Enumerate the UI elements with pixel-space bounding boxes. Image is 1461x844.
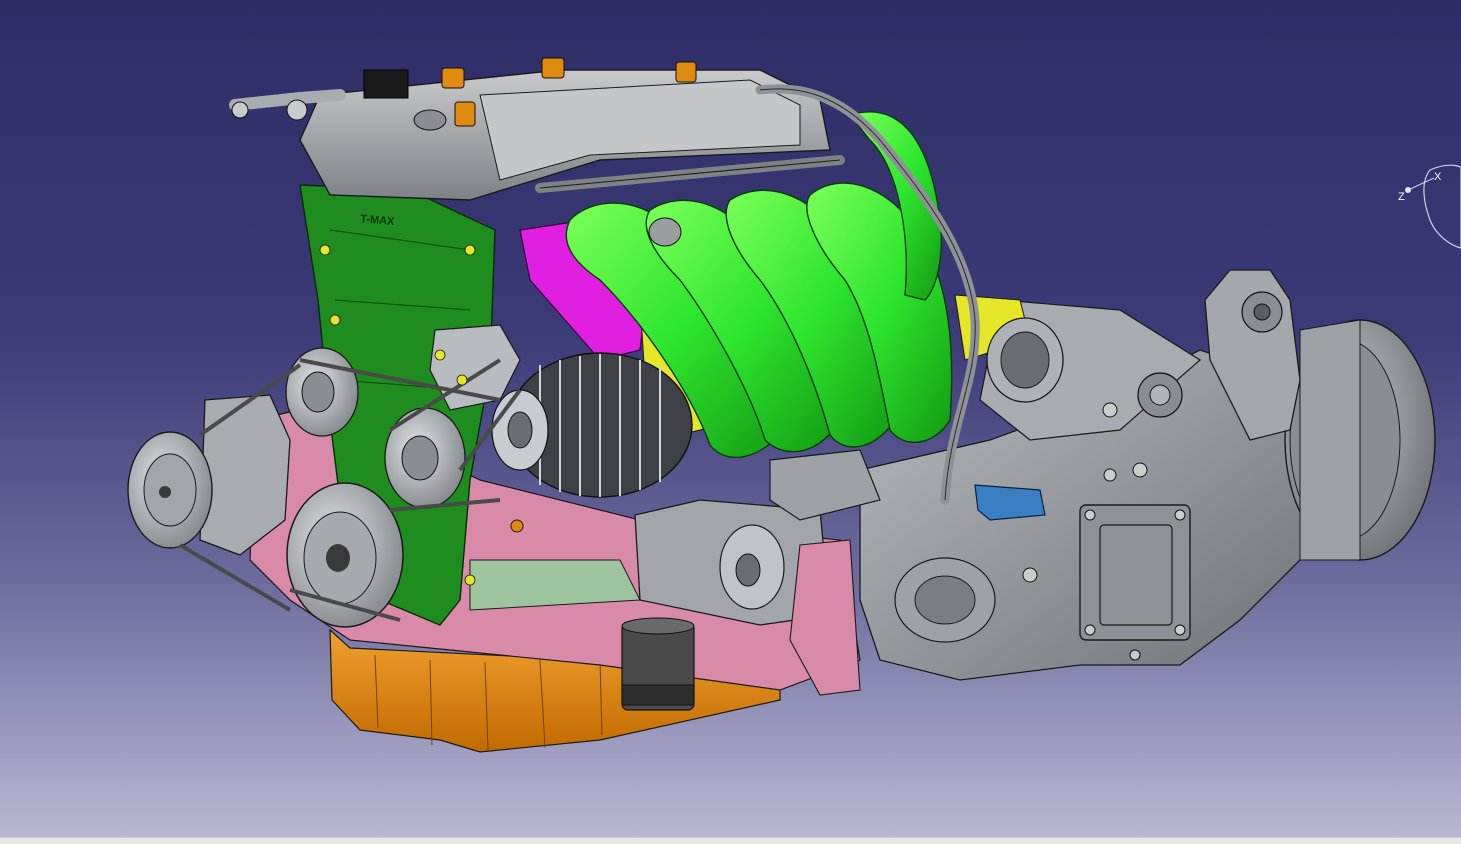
compass-dial (1423, 164, 1461, 249)
speed-sensor (974, 484, 1046, 521)
compass-x-label: X (1434, 171, 1442, 183)
alternator[interactable] (491, 352, 693, 498)
ac-compressor[interactable] (127, 394, 291, 556)
engine-model[interactable]: T-MAX (0, 0, 1461, 837)
compass-origin (1405, 187, 1411, 193)
valve-cover[interactable] (229, 57, 831, 201)
tensioner-pulley[interactable] (384, 407, 466, 509)
idler-pulley[interactable] (285, 347, 359, 437)
compass-triad[interactable]: X Z (1390, 158, 1461, 250)
compass-z-label: Z (1398, 191, 1405, 203)
throttle-body[interactable] (986, 317, 1064, 403)
3d-viewport[interactable]: T-MAX X Z (0, 0, 1461, 837)
oil-filter[interactable] (621, 617, 695, 711)
flywheel[interactable] (1284, 319, 1436, 561)
